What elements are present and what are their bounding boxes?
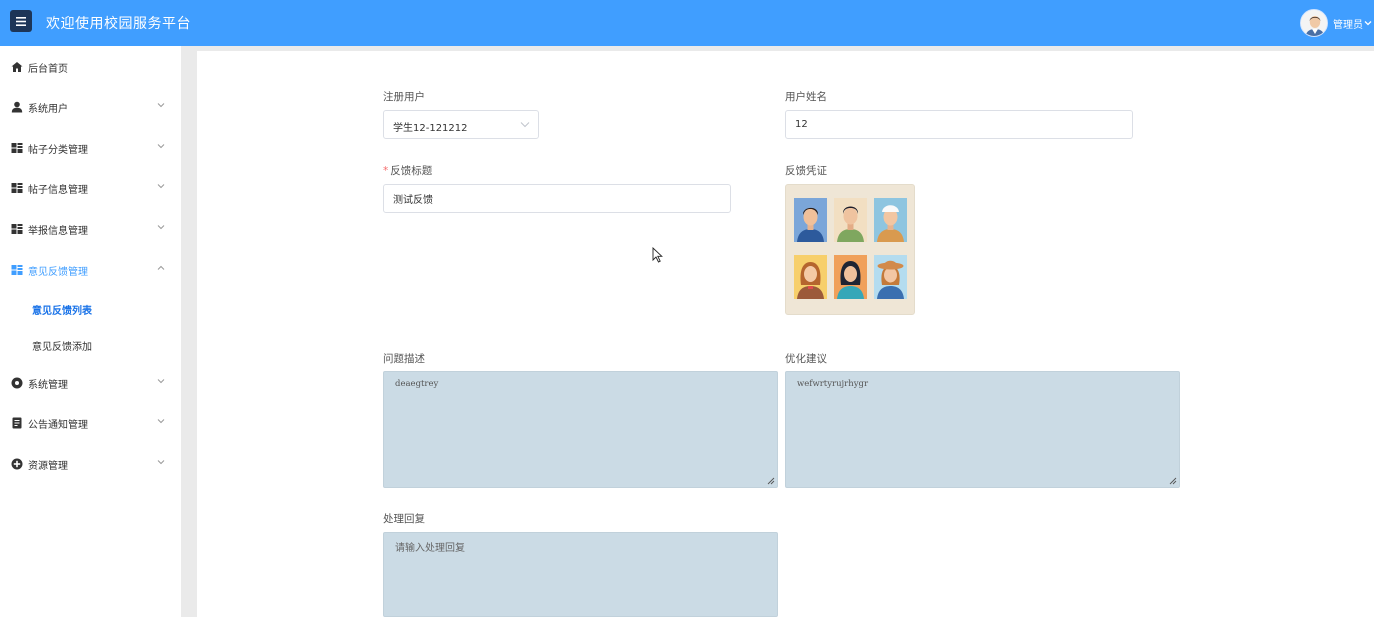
feedback-title-label: * 反馈标题 [383,163,432,178]
portrait-illustration [874,255,907,299]
gear-icon [11,377,23,389]
sidebar-item-post-info[interactable]: 帖子信息管理 [0,173,181,203]
sidebar-item-label: 资源管理 [28,461,68,472]
mouse-pointer-icon [652,247,663,263]
sidebar-item-system-users[interactable]: 系统用户 [0,92,181,122]
layout-gutter [181,46,197,617]
user-icon [11,101,23,113]
chevron-down-icon [157,103,165,108]
problem-description-textarea[interactable]: deaegtrey [383,371,778,488]
sidebar-item-home[interactable]: 后台首页 [0,52,181,82]
feedback-title-label-text: 反馈标题 [390,165,433,177]
problem-description-value: deaegtrey [395,379,439,389]
registered-user-select[interactable]: 学生12-121212 [383,110,539,139]
sidebar-item-label: 帖子分类管理 [28,145,88,156]
chevron-down-icon [157,144,165,149]
sidebar-item-label: 公告通知管理 [28,420,88,431]
sidebar-subitem-feedback-add[interactable]: 意见反馈添加 [0,331,181,357]
hamburger-icon[interactable] [10,10,32,32]
sidebar-item-label: 系统用户 [28,104,68,115]
portrait-illustration [834,198,867,242]
user-name: 管理员 [1333,19,1363,31]
portrait-illustration [794,255,827,299]
registered-user-value: 学生12-121212 [393,123,468,134]
user-avatar[interactable] [1300,9,1328,37]
processing-reply-label: 处理回复 [383,513,425,525]
resize-grip-icon[interactable] [1169,477,1177,485]
top-header: 欢迎使用校园服务平台 管理员 [0,0,1374,46]
resize-grip-icon[interactable] [767,477,775,485]
sidebar-subitem-label: 意见反馈添加 [32,342,92,353]
app-title: 欢迎使用校园服务平台 [46,16,191,32]
optimization-suggestion-textarea[interactable]: wefwrtyrujrhygr [785,371,1180,488]
sidebar-item-report-info[interactable]: 举报信息管理 [0,214,181,244]
chevron-down-icon [157,184,165,189]
sidebar-item-post-category[interactable]: 帖子分类管理 [0,133,181,163]
grid-icon [11,183,23,193]
processing-reply-placeholder: 请输入处理回复 [395,543,465,554]
grid-icon [11,143,23,153]
sidebar-item-label: 举报信息管理 [28,226,88,237]
registered-user-label: 注册用户 [383,91,425,103]
chevron-down-icon [157,379,165,384]
optimization-suggestion-value: wefwrtyrujrhygr [797,379,869,389]
sidebar-item-label: 帖子信息管理 [28,185,88,196]
sidebar-item-system-management[interactable]: 系统管理 [0,368,181,398]
required-mark: * [383,165,389,177]
portrait-illustration [794,198,827,242]
problem-description-label: 问题描述 [383,353,425,365]
sidebar-subitem-label: 意见反馈列表 [32,306,92,317]
sidebar-item-label: 后台首页 [28,64,68,75]
chevron-down-icon [157,460,165,465]
chevron-down-icon [1364,21,1372,26]
portrait-illustration [874,198,907,242]
user-name-label: 用户姓名 [785,91,827,103]
sidebar-item-label: 意见反馈管理 [28,267,88,278]
plus-circle-icon [11,458,23,470]
user-menu[interactable]: 管理员 [1300,7,1374,39]
chevron-down-icon [520,122,530,128]
optimization-suggestion-label: 优化建议 [785,353,827,365]
sidebar-item-announcements[interactable]: 公告通知管理 [0,408,181,438]
feedback-title-input[interactable] [383,184,731,213]
sidebar-item-resources[interactable]: 资源管理 [0,449,181,479]
feedback-evidence-label: 反馈凭证 [785,165,827,177]
sidebar-item-feedback[interactable]: 意见反馈管理 [0,255,181,285]
sidebar: 后台首页 系统用户 帖子分类管理 帖子信息管理 举报信息管理 意见反馈管理 意见… [0,46,181,617]
sidebar-subitem-feedback-list[interactable]: 意见反馈列表 [0,295,181,321]
processing-reply-textarea[interactable]: 请输入处理回复 [383,532,778,617]
home-icon [11,62,23,72]
feedback-evidence-image[interactable] [785,184,915,315]
grid-icon [11,265,23,275]
sidebar-item-label: 系统管理 [28,380,68,391]
chevron-down-icon [157,419,165,424]
grid-icon [11,224,23,234]
chevron-down-icon [157,225,165,230]
user-name-input[interactable] [785,110,1133,139]
chevron-up-icon [157,265,165,270]
document-icon [12,417,22,429]
portrait-illustration [834,255,867,299]
